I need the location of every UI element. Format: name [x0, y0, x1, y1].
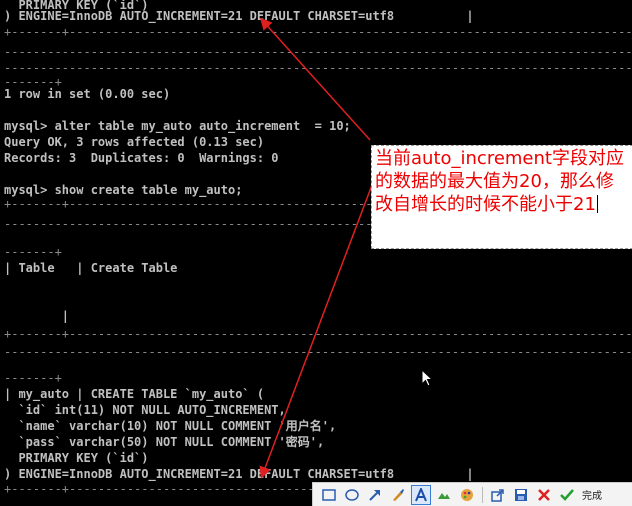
table-border-line: +-------+-------------------------------… — [4, 25, 632, 39]
annotation-textbox[interactable]: 当前auto_increment字段对应的数据的最大值为20，那么修改自增长的时… — [371, 145, 632, 249]
terminal-line: `id` int(11) NOT NULL AUTO_INCREMENT, — [4, 403, 286, 417]
terminal-line: mysql> alter table my_auto auto_incremen… — [4, 119, 351, 133]
highlight-tool-button[interactable] — [434, 485, 454, 505]
text-caret — [596, 195, 598, 213]
share-button[interactable] — [488, 485, 508, 505]
highlight-icon — [438, 492, 450, 499]
arrow-icon — [369, 489, 380, 501]
close-button[interactable] — [534, 485, 554, 505]
rectangle-tool-button[interactable] — [319, 485, 339, 505]
terminal-line: | my_auto | CREATE TABLE `my_auto` ( — [4, 387, 265, 401]
text-icon — [415, 487, 427, 501]
table-border-line: ----------------------------------------… — [4, 45, 632, 59]
toolbar-separator — [482, 486, 483, 503]
close-icon — [538, 488, 550, 501]
brush-icon — [393, 488, 404, 501]
annotation-toolbar: 完成 — [312, 482, 632, 506]
confirm-button[interactable] — [557, 485, 577, 505]
share-icon — [491, 488, 504, 502]
arrow-tool-button[interactable] — [365, 485, 385, 505]
table-border-line: ----------------------------------------… — [4, 61, 632, 75]
palette-icon — [461, 488, 473, 501]
terminal-line: Query OK, 3 rows affected (0.13 sec) — [4, 135, 265, 149]
table-border-line: ----------------------------------------… — [4, 345, 632, 359]
save-icon — [515, 488, 527, 501]
done-label[interactable]: 完成 — [582, 487, 602, 502]
terminal-line: ) ENGINE=InnoDB AUTO_INCREMENT=21 DEFAUL… — [4, 467, 474, 481]
terminal-line: 1 row in set (0.00 sec) — [4, 87, 171, 101]
ellipse-tool-button[interactable] — [342, 485, 362, 505]
table-border-line: +-------+-------------------------------… — [4, 327, 632, 341]
ellipse-icon — [345, 488, 359, 501]
terminal-line: | Table | Create Table — [4, 261, 178, 275]
terminal-line: | — [4, 309, 70, 323]
mouse-cursor-icon — [421, 369, 433, 387]
mysql-terminal-output: PRIMARY KEY (`id`) ) ENGINE=InnoDB AUTO_I… — [0, 0, 632, 506]
terminal-line: `name` varchar(10) NOT NULL COMMENT '用户名… — [4, 419, 337, 433]
terminal-line: PRIMARY KEY (`id`) — [4, 451, 149, 465]
terminal-line: Records: 3 Duplicates: 0 Warnings: 0 — [4, 151, 279, 165]
terminal-line: `pass` varchar(50) NOT NULL COMMENT '密码'… — [4, 435, 325, 449]
confirm-icon — [560, 488, 574, 501]
annotation-text: 当前auto_increment字段对应的数据的最大值为20，那么修改自增长的时… — [375, 148, 624, 215]
terminal-line: ) ENGINE=InnoDB AUTO_INCREMENT=21 DEFAUL… — [4, 9, 474, 23]
palette-tool-button[interactable] — [457, 485, 477, 505]
brush-tool-button[interactable] — [388, 485, 408, 505]
save-button[interactable] — [511, 485, 531, 505]
rectangle-icon — [322, 488, 336, 501]
table-border-line: -------+ — [4, 371, 62, 385]
screenshot: PRIMARY KEY (`id`) ) ENGINE=InnoDB AUTO_I… — [0, 0, 632, 506]
table-border-line: -------+ — [4, 245, 62, 259]
text-tool-button[interactable] — [411, 484, 431, 505]
